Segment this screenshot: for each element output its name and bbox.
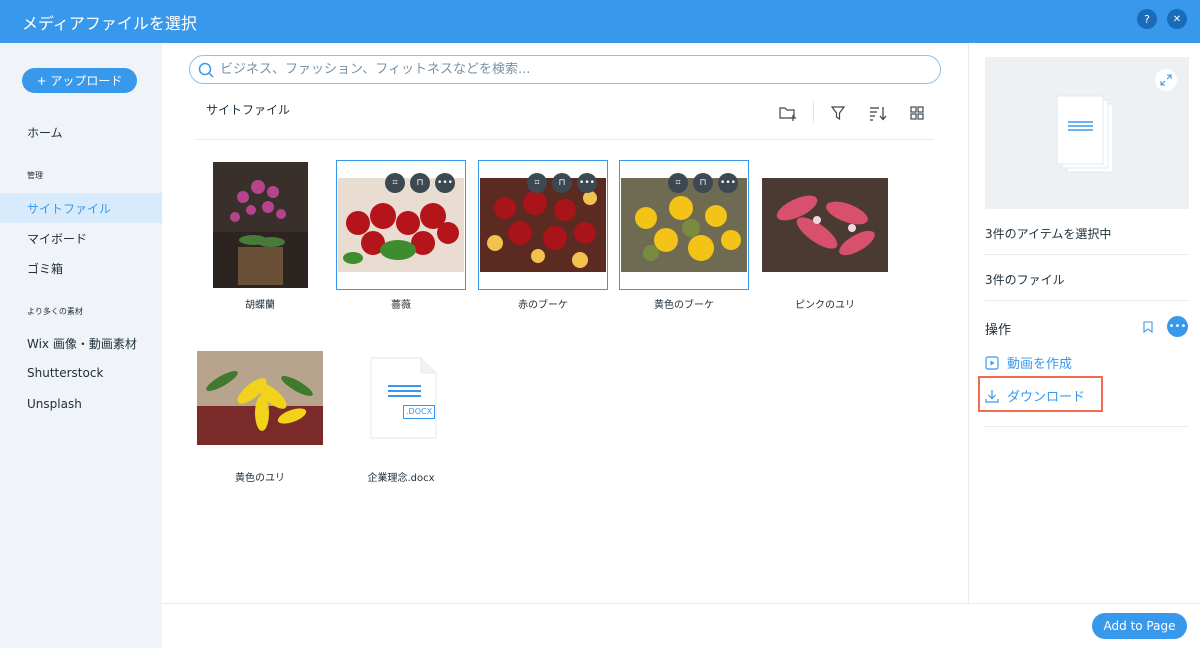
close-button[interactable]: ✕ [1167, 9, 1187, 29]
new-folder-button[interactable] [776, 101, 800, 125]
thumbnail-yellow-lily [197, 351, 323, 445]
sidebar-item-wix-media[interactable]: Wix 画像・動画素材 [0, 328, 162, 358]
media-item-docx[interactable]: .DOCX 企業理念.docx [336, 333, 466, 493]
download-action[interactable]: ダウンロード [985, 386, 1085, 405]
search-input[interactable] [220, 62, 920, 77]
sidebar-item-shutterstock[interactable]: Shutterstock [0, 358, 162, 388]
media-item-label: 企業理念.docx [367, 473, 435, 484]
selected-count: 3件のアイテムを選択中 [985, 227, 1112, 241]
expand-button[interactable] [1155, 69, 1177, 91]
sidebar-item-site-files[interactable]: サイトファイル [0, 193, 162, 223]
media-item-label: 黄色のユリ [235, 473, 285, 484]
upload-button[interactable]: + アップロード [22, 68, 137, 93]
more-actions-button[interactable]: ••• [1167, 316, 1188, 337]
video-icon [985, 355, 999, 370]
sidebar: + アップロード ホーム 管理 サイトファイル マイボード ゴミ箱 より多くの素… [0, 43, 162, 648]
help-button[interactable]: ? [1137, 9, 1157, 29]
sort-icon [870, 107, 887, 121]
sidebar-item-my-boards[interactable]: マイボード [0, 223, 162, 253]
more-icon[interactable]: ••• [435, 173, 455, 193]
media-item-yellow-lily[interactable]: 黄色のユリ [195, 333, 325, 493]
download-icon [985, 389, 999, 403]
media-item-red-bouquet[interactable]: ⌗ ⊓ ••• 赤のブーケ [478, 160, 608, 320]
file-type-badge: .DOCX [403, 405, 436, 419]
search-icon [198, 62, 214, 78]
bookmark-icon[interactable] [1143, 321, 1153, 333]
media-item-yellow-bouquet[interactable]: ⌗ ⊓ ••• 黄色のブーケ [619, 160, 749, 320]
file-count: 3件のファイル [985, 273, 1065, 287]
grid-view-button[interactable] [905, 101, 929, 125]
create-video-label: 動画を作成 [1007, 357, 1073, 372]
sidebar-item-home[interactable]: ホーム [0, 117, 162, 147]
grid-icon [910, 106, 924, 120]
preview-area [985, 57, 1189, 209]
filter-icon [831, 106, 845, 120]
media-item-rose[interactable]: ⌗ ⊓ ••• 薔薇 [336, 160, 466, 320]
new-folder-icon [779, 107, 796, 121]
media-item-label: 胡蝶蘭 [245, 300, 275, 311]
sidebar-section-more: より多くの素材 [27, 307, 83, 316]
download-label: ダウンロード [1007, 390, 1086, 405]
dialog-footer: Add to Page [162, 603, 1200, 648]
crop-icon[interactable]: ⌗ [385, 173, 405, 193]
sidebar-item-trash[interactable]: ゴミ箱 [0, 253, 162, 283]
create-video-action[interactable]: 動画を作成 [985, 353, 1072, 372]
crop-icon[interactable]: ⌗ [527, 173, 547, 193]
main-divider [196, 139, 934, 140]
document-icon [370, 357, 437, 439]
media-item-label: 黄色のブーケ [654, 300, 714, 311]
sidebar-section-manage: 管理 [27, 171, 43, 180]
bookmark-icon[interactable]: ⊓ [552, 173, 572, 193]
actions-heading: 操作 [985, 323, 1012, 338]
more-icon[interactable]: ••• [718, 173, 738, 193]
expand-icon [1160, 74, 1172, 86]
sort-button[interactable] [866, 101, 890, 125]
bookmark-icon[interactable]: ⊓ [693, 173, 713, 193]
media-item-label: 赤のブーケ [518, 300, 568, 311]
more-icon[interactable]: ••• [577, 173, 597, 193]
toolbar-divider [813, 101, 814, 123]
dialog-title: メディアファイルを選択 [22, 13, 197, 33]
divider [985, 300, 1189, 301]
thumbnail-orchid [212, 162, 308, 288]
filter-button[interactable] [826, 101, 850, 125]
divider [985, 426, 1189, 427]
divider [985, 254, 1189, 255]
media-item-label: 薔薇 [391, 300, 411, 311]
sidebar-item-unsplash[interactable]: Unsplash [0, 389, 162, 419]
folder-title: サイトファイル [206, 103, 291, 117]
main-area: サイトファイル [162, 43, 968, 603]
stacked-documents-icon [1056, 95, 1114, 173]
media-item-orchid[interactable]: 胡蝶蘭 [195, 160, 325, 320]
add-to-page-button[interactable]: Add to Page [1092, 613, 1187, 639]
bookmark-icon[interactable]: ⊓ [410, 173, 430, 193]
thumbnail-pink-lily [762, 178, 888, 272]
details-panel: 3件のアイテムを選択中 3件のファイル 操作 ••• 動画を作成 ダウンロード [968, 43, 1200, 603]
dialog-header: メディアファイルを選択 ? ✕ [0, 0, 1200, 43]
media-item-label: ピンクのユリ [795, 300, 855, 311]
media-item-pink-lily[interactable]: ピンクのユリ [760, 160, 890, 320]
search-bar[interactable] [189, 55, 941, 84]
crop-icon[interactable]: ⌗ [668, 173, 688, 193]
